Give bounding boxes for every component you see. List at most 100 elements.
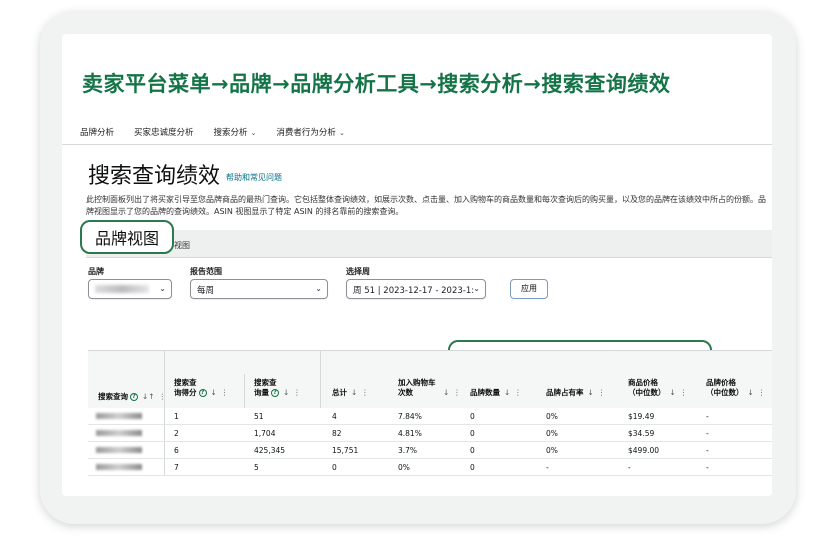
more-icon[interactable]: ⋮ (514, 388, 522, 397)
sort-icon[interactable]: ↓ (748, 388, 754, 397)
header-query-score[interactable]: 搜索查 询得分? ↓ ⋮ (174, 378, 228, 398)
cell-volume: 425,345 (254, 446, 286, 455)
cell-brand-share: - (546, 463, 549, 472)
header-label: 总计 (332, 388, 347, 397)
sort-icon[interactable]: ↓ (670, 388, 676, 397)
week-select[interactable]: 周 51 | 2023-12-17 - 2023-1: ⌄ (346, 279, 486, 299)
range-select[interactable]: 每周 ⌄ (190, 279, 328, 299)
cell-total: 4 (332, 412, 337, 421)
header-label: 品牌数量 (470, 388, 500, 397)
more-icon[interactable]: ⋮ (293, 388, 301, 397)
nav-item-consumer-behavior[interactable]: 消费者行为分析 ⌄ (276, 126, 344, 138)
chevron-down-icon: ⌄ (250, 129, 257, 137)
cell-brand-price: - (706, 429, 709, 438)
apply-button[interactable]: 应用 (510, 279, 548, 299)
cell-total: 15,751 (332, 446, 359, 455)
info-icon[interactable]: ? (271, 389, 279, 397)
cell-median-price: $34.59 (628, 429, 655, 438)
header-search-query[interactable]: 搜索查询? ↓↑ ⋮ (98, 392, 166, 402)
cell-median-price: $499.00 (628, 446, 660, 455)
screen: 卖家平台菜单→品牌→品牌分析工具→搜索分析→搜索查询绩效 品牌分析 买家忠诚度分… (62, 34, 772, 496)
cell-score: 7 (174, 463, 179, 472)
nav-item-label: 品牌分析 (80, 128, 115, 138)
week-filter-label: 选择周 (346, 267, 370, 276)
brand-select[interactable]: ⌄ (88, 279, 172, 299)
chevron-down-icon: ⌄ (473, 284, 480, 293)
table-row[interactable]: 1 51 4 7.84% 0 0% $19.49 - (88, 408, 772, 425)
header-brand-median-price[interactable]: 品牌价格 （中位数） ↓ ⋮ (706, 378, 765, 398)
cell-total: 82 (332, 429, 342, 438)
nav-divider (62, 144, 772, 145)
sort-icon[interactable]: ↓↑ (142, 392, 155, 401)
sort-icon[interactable]: ↓ (351, 388, 357, 397)
header-median-price[interactable]: 商品价格 （中位数） ↓ ⋮ (628, 378, 687, 398)
nav-item-search-analytics[interactable]: 搜索分析 ⌄ (214, 126, 257, 138)
sort-icon[interactable]: ↓ (588, 388, 594, 397)
cell-brand-price: - (706, 463, 709, 472)
tab-brand-view[interactable]: 品牌视图 (80, 220, 174, 254)
header-label: 询得分 (174, 388, 197, 397)
sort-icon[interactable]: ↓ (443, 388, 449, 397)
nav-item-loyalty[interactable]: 买家忠诚度分析 (134, 126, 194, 138)
cell-median-price: $19.49 (628, 412, 655, 421)
more-icon[interactable]: ⋮ (598, 388, 606, 397)
table-row[interactable]: 7 5 0 0% 0 - - - (88, 459, 772, 476)
chevron-down-icon: ⌄ (338, 129, 345, 137)
chevron-down-icon: ⌄ (315, 284, 322, 293)
help-link[interactable]: 帮助和常见问题 (226, 172, 282, 183)
chevron-down-icon: ⌄ (159, 284, 166, 293)
table-row[interactable]: 2 1,704 82 4.81% 0 0% $34.59 - (88, 425, 772, 442)
cell-brand-share: 0% (546, 429, 558, 438)
more-icon[interactable]: ⋮ (453, 388, 461, 397)
header-brand-share[interactable]: 品牌占有率 ↓ ⋮ (546, 388, 605, 398)
range-select-value: 每周 (197, 286, 215, 296)
cell-brand-share: 0% (546, 446, 558, 455)
page-title: 搜索查询绩效 (88, 164, 221, 189)
nav-item-brand-analytics[interactable]: 品牌分析 (80, 126, 114, 138)
more-icon[interactable]: ⋮ (361, 388, 369, 397)
cell-volume: 1,704 (254, 429, 276, 438)
tab-asin-view[interactable]: 视图 (174, 240, 190, 251)
header-label: 品牌占有率 (546, 388, 584, 397)
info-icon[interactable]: ? (130, 393, 138, 401)
cell-brand-price: - (706, 446, 709, 455)
query-redacted (96, 447, 142, 453)
more-icon[interactable]: ⋮ (159, 392, 167, 401)
more-icon[interactable]: ⋮ (680, 388, 688, 397)
more-icon[interactable]: ⋮ (221, 388, 229, 397)
header-label: 品牌价格 (706, 378, 736, 387)
table-row[interactable]: 6 425,345 15,751 3.7% 0 0% $499.00 - (88, 442, 772, 459)
header-label: （中位数） (706, 388, 744, 397)
cell-cart-rate: 0% (398, 463, 410, 472)
week-select-value: 周 51 | 2023-12-17 - 2023-1: (353, 286, 475, 296)
header-brand-qty[interactable]: 品牌数量 ↓ ⋮ (470, 388, 522, 398)
query-redacted (96, 430, 142, 436)
cell-brand-qty: 0 (470, 412, 475, 421)
cell-score: 6 (174, 446, 179, 455)
cell-brand-qty: 0 (470, 446, 475, 455)
header-label: 加入购物车 (398, 378, 436, 387)
header-query-volume[interactable]: 搜索查 询量? ↓ ⋮ (254, 378, 301, 398)
cell-median-price: - (628, 463, 631, 472)
header-cart-rate[interactable]: 加入购物车 次数 ↓ ⋮ (398, 378, 461, 398)
header-label: （中位数） (628, 388, 666, 397)
header-label: 次数 (398, 388, 413, 397)
more-icon[interactable]: ⋮ (758, 388, 766, 397)
info-icon[interactable]: ? (198, 389, 207, 397)
sort-icon[interactable]: ↓ (211, 388, 217, 397)
nav-item-label: 搜索分析 (213, 128, 248, 138)
column-divider (244, 374, 245, 408)
cell-brand-share: 0% (546, 412, 558, 421)
cell-brand-price: - (706, 412, 709, 421)
cell-brand-qty: 0 (470, 463, 475, 472)
query-redacted (96, 413, 142, 419)
sort-icon[interactable]: ↓ (283, 388, 289, 397)
query-redacted (96, 464, 142, 470)
header-label: 商品价格 (628, 378, 658, 387)
header-total[interactable]: 总计 ↓ ⋮ (332, 388, 369, 398)
sort-icon[interactable]: ↓ (504, 388, 510, 397)
cell-total: 0 (332, 463, 337, 472)
cell-brand-qty: 0 (470, 429, 475, 438)
top-nav: 品牌分析 买家忠诚度分析 搜索分析 ⌄ 消费者行为分析 ⌄ (80, 126, 345, 138)
cell-cart-rate: 7.84% (398, 412, 422, 421)
